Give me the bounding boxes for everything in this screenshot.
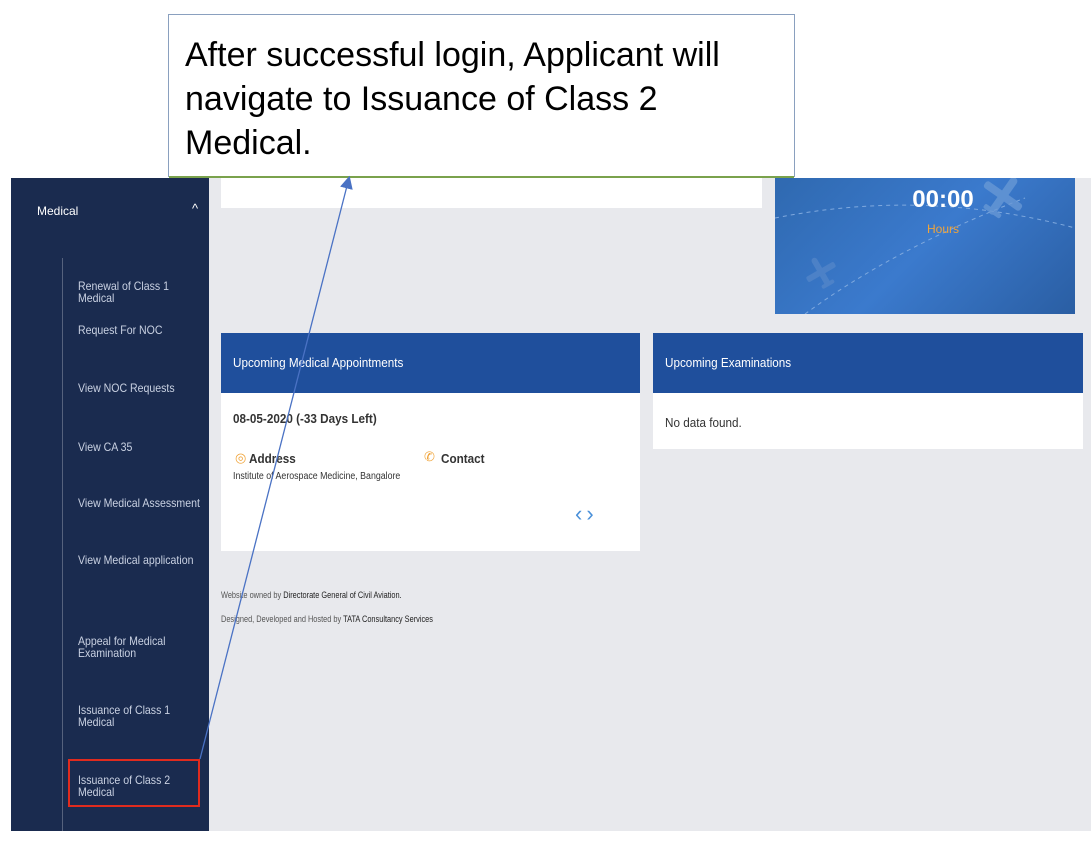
annotation-arrow — [199, 175, 353, 760]
